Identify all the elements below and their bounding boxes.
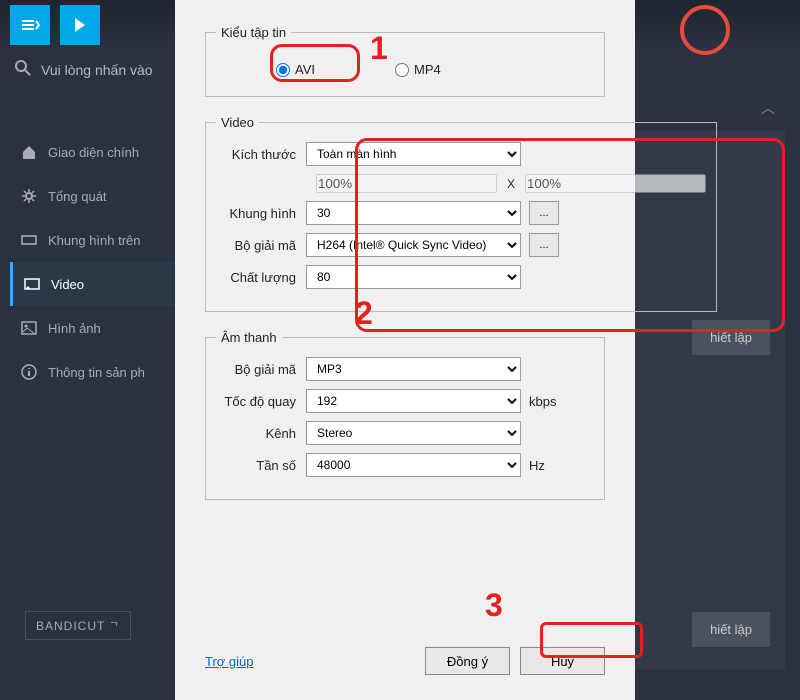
freq-unit: Hz [529,458,545,473]
dialog-footer: Trợ giúp Đồng ý Hủy [205,647,605,675]
bg-settings-button-1[interactable]: hiết lập [692,320,770,355]
sidebar: Giao diện chính Tổng quát Khung hình trê… [10,130,180,394]
scale-height-input[interactable] [525,174,706,193]
frame-icon [20,232,38,248]
toolbar-icon-1[interactable] [10,5,50,45]
radio-mp4-input[interactable] [395,63,409,77]
size-label: Kích thước [216,147,306,162]
audio-codec-label: Bộ giải mã [216,362,306,377]
sidebar-item-label: Hình ảnh [48,321,101,336]
help-link[interactable]: Trợ giúp [205,654,254,669]
video-legend: Video [216,115,259,130]
sidebar-item-label: Giao diện chính [48,145,139,160]
quality-select[interactable]: 80 [306,265,521,289]
sidebar-item-label: Video [51,277,84,292]
bandicut-badge: BANDICUT ᄀ [25,611,131,640]
record-indicator [680,5,730,55]
channel-label: Kênh [216,426,306,441]
format-settings-dialog: Kiểu tập tin AVI MP4 Video Kích thước To… [175,0,635,700]
chevron-up-icon[interactable]: ︿ [761,98,775,118]
video-group: Video Kích thước Toàn màn hình X Khung h… [205,115,717,312]
sidebar-item-fps[interactable]: Khung hình trên [10,218,180,262]
codec-more-button[interactable]: ... [529,233,559,257]
fps-label: Khung hình [216,206,306,221]
home-icon [20,144,38,160]
sidebar-item-info[interactable]: Thông tin sản ph [10,350,180,394]
radio-avi[interactable]: AVI [276,62,315,77]
audio-legend: Âm thanh [216,330,282,345]
audio-codec-select[interactable]: MP3 [306,357,521,381]
bg-settings-button-2[interactable]: hiết lập [692,612,770,647]
search-placeholder: Vui lòng nhấn vào [41,62,153,78]
radio-mp4[interactable]: MP4 [395,62,441,77]
scale-x-label: X [507,177,515,191]
sidebar-item-image[interactable]: Hình ảnh [10,306,180,350]
sidebar-item-label: Khung hình trên [48,233,141,248]
video-codec-select[interactable]: H264 (Intel® Quick Sync Video) [306,233,521,257]
fps-select[interactable]: 30 [306,201,521,225]
radio-avi-input[interactable] [276,63,290,77]
sidebar-item-label: Thông tin sản ph [48,365,145,380]
image-icon [20,320,38,336]
file-type-group: Kiểu tập tin AVI MP4 [205,25,605,97]
file-type-legend: Kiểu tập tin [216,25,291,40]
info-icon [20,364,38,380]
scale-width-input[interactable] [316,174,497,193]
sidebar-item-home[interactable]: Giao diện chính [10,130,180,174]
freq-label: Tần số [216,458,306,473]
quality-label: Chất lượng [216,270,306,285]
sidebar-item-label: Tổng quát [48,189,107,204]
ok-button[interactable]: Đồng ý [425,647,510,675]
audio-group: Âm thanh Bộ giải mã MP3 Tốc độ quay 192 … [205,330,605,500]
sidebar-item-general[interactable]: Tổng quát [10,174,180,218]
fps-more-button[interactable]: ... [529,201,559,225]
bitrate-label: Tốc độ quay [216,394,306,409]
channel-select[interactable]: Stereo [306,421,521,445]
toolbar-icon-2[interactable] [60,5,100,45]
gear-icon [20,188,38,204]
video-icon [23,276,41,292]
sidebar-item-video[interactable]: Video [10,262,180,306]
bitrate-unit: kbps [529,394,556,409]
cancel-button[interactable]: Hủy [520,647,605,675]
codec-label: Bộ giải mã [216,238,306,253]
freq-select[interactable]: 48000 [306,453,521,477]
bitrate-select[interactable]: 192 [306,389,521,413]
size-select[interactable]: Toàn màn hình [306,142,521,166]
search-icon [15,60,31,79]
